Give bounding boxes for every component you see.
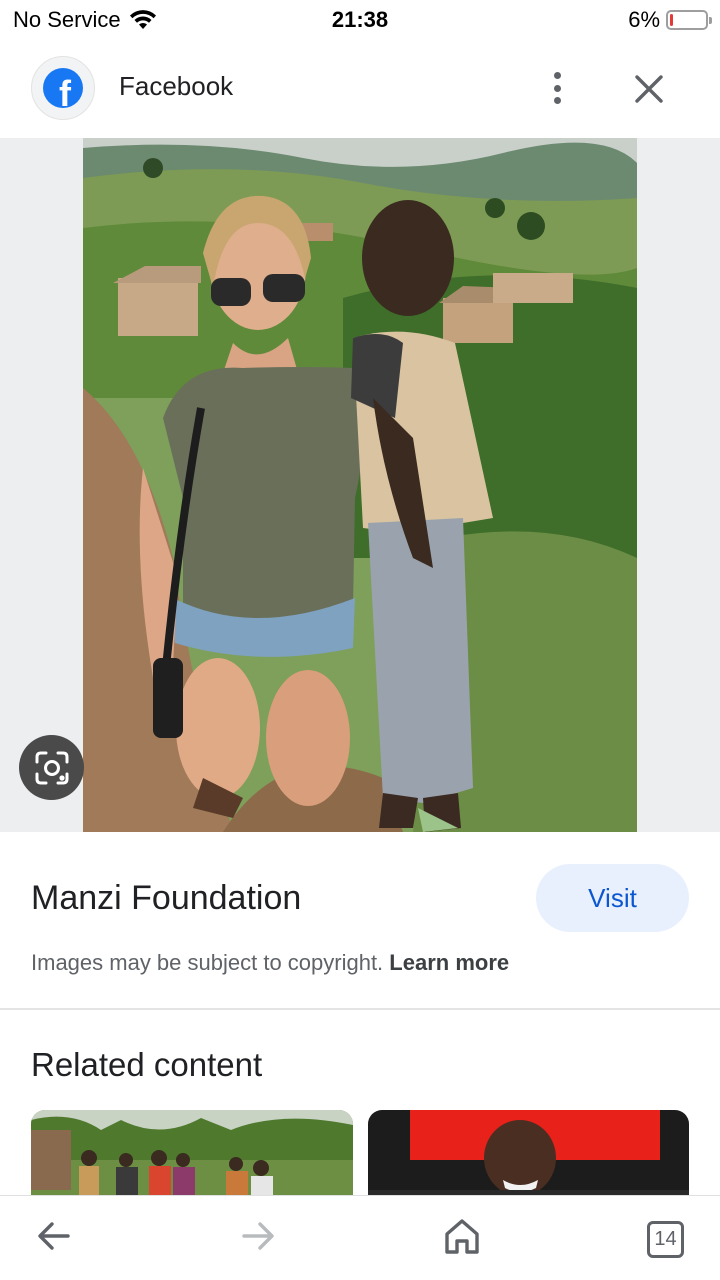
source-info: Manzi Foundation Visit Images may be sub… [0, 832, 720, 1010]
more-vertical-icon[interactable] [541, 68, 573, 108]
copyright-text: Images may be subject to copyright. [31, 950, 384, 975]
home-icon[interactable] [440, 1214, 484, 1258]
related-thumbnail[interactable] [368, 1110, 689, 1196]
facebook-logo-letter: f [59, 73, 71, 109]
clock: 21:38 [331, 7, 389, 32]
copyright-notice: Images may be subject to copyright. Lear… [31, 950, 509, 976]
battery-level [670, 14, 673, 26]
lens-glyph-icon [35, 751, 68, 784]
tabs-count-button[interactable]: 14 [647, 1221, 684, 1258]
viewer-header: f Facebook [0, 40, 720, 138]
facebook-logo-circle: f [43, 68, 83, 108]
close-icon[interactable] [630, 70, 668, 108]
battery-icon [666, 10, 712, 30]
status-bar: No Service 21:38 6% [0, 0, 720, 40]
related-thumbnail[interactable] [31, 1110, 353, 1196]
google-lens-icon[interactable] [19, 735, 84, 800]
learn-more-link[interactable]: Learn more [389, 950, 509, 975]
arrow-right-icon[interactable] [236, 1214, 280, 1258]
battery-percent: 6% [628, 7, 660, 32]
bottom-navigation: 14 [0, 1195, 720, 1280]
related-content-heading: Related content [31, 1046, 263, 1083]
source-title[interactable]: Facebook [119, 71, 233, 102]
image-viewer [0, 138, 720, 832]
arrow-left-icon[interactable] [32, 1214, 76, 1258]
site-name[interactable]: Manzi Foundation [31, 879, 301, 918]
facebook-logo-icon[interactable]: f [31, 56, 95, 120]
battery-status: 6% [628, 7, 712, 33]
preview-image[interactable] [83, 138, 637, 832]
visit-button[interactable]: Visit [536, 864, 689, 932]
